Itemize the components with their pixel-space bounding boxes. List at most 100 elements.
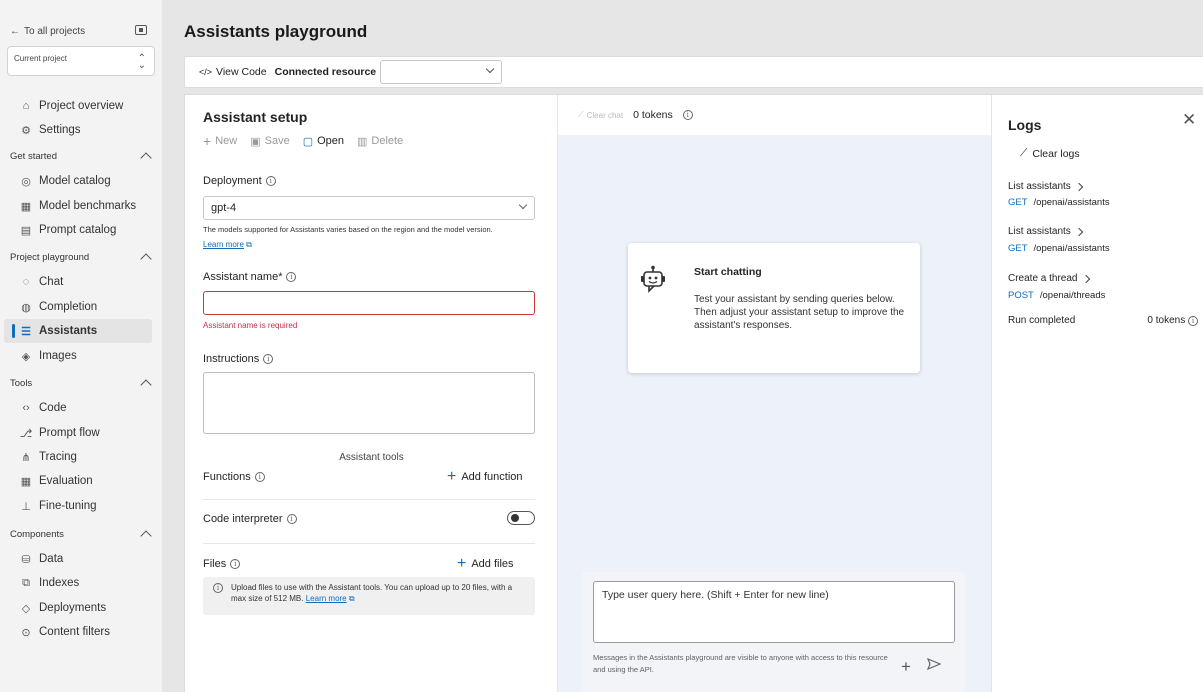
attach-plus-icon[interactable]: + (901, 657, 911, 677)
broom-icon: ⟋ (578, 110, 584, 119)
back-to-projects-link[interactable]: ← To all projects (10, 26, 85, 37)
collapse-panel-icon[interactable] (135, 25, 147, 35)
sidebar-item-fine-tuning[interactable]: ⊥ Fine-tuning (4, 494, 152, 518)
new-button[interactable]: + New (203, 133, 237, 149)
setup-actions: + New ▣ Save ▢ Open ▥ Delete (203, 133, 403, 149)
assistant-name-input[interactable] (203, 291, 535, 315)
sidebar-item-label: Model benchmarks (39, 200, 137, 212)
sidebar-item-evaluation[interactable]: ▦ Evaluation (4, 469, 152, 493)
deployment-learn-more-link[interactable]: Learn more ⧉ (203, 240, 252, 250)
sidebar-item-prompt-catalog[interactable]: ▤ Prompt catalog (4, 218, 152, 242)
functions-label-text: Functions (203, 471, 251, 483)
chevron-down-icon (518, 200, 528, 210)
sidebar-item-label: Images (39, 350, 77, 362)
start-chatting-title: Start chatting (694, 266, 762, 278)
sidebar-item-label: Model catalog (39, 175, 111, 187)
gear-icon: ⚙ (21, 124, 31, 137)
sidebar-item-project-overview[interactable]: ⌂ Project overview (4, 94, 152, 118)
info-icon[interactable]: i (265, 176, 276, 186)
log-path: /openai/assistants (1033, 197, 1110, 208)
sidebar-item-model-benchmarks[interactable]: ▦ Model benchmarks (4, 194, 152, 218)
log-method: GET (1008, 197, 1028, 208)
save-label: Save (264, 135, 290, 147)
files-note-text: Upload files to use with the Assistant t… (231, 583, 513, 603)
sidebar-item-settings[interactable]: ⚙ Settings (4, 118, 152, 142)
run-completed-label: Run completed (1008, 315, 1076, 326)
clear-chat-label: Clear chat (586, 110, 624, 120)
chat-input[interactable]: Type user query here. (Shift + Enter for… (593, 581, 955, 643)
toolbar: </> View Code Connected resource (184, 56, 1203, 88)
info-icon[interactable]: i (682, 110, 693, 120)
connected-resource-label: Connected resource (274, 66, 377, 78)
section-project-playground[interactable]: Project playground (10, 249, 152, 265)
open-button[interactable]: ▢ Open (303, 133, 344, 149)
info-icon[interactable]: i (1188, 316, 1198, 326)
add-files-button[interactable]: + Add files (457, 556, 514, 572)
delete-button[interactable]: ▥ Delete (357, 133, 403, 149)
log-path: /openai/assistants (1033, 243, 1110, 254)
main-area: Assistant setup + New ▣ Save ▢ Open ▥ De… (184, 94, 1203, 692)
section-tools[interactable]: Tools (10, 375, 152, 391)
send-icon[interactable] (927, 658, 941, 670)
close-icon[interactable]: ✕ (1182, 110, 1196, 130)
sidebar-item-label: Completion (39, 301, 98, 313)
chevron-right-icon (1074, 182, 1084, 191)
code-interpreter-toggle[interactable] (507, 511, 535, 525)
start-chatting-card: Start chatting Test your assistant by se… (628, 243, 920, 373)
sidebar-item-indexes[interactable]: ⧉ Indexes (4, 571, 152, 595)
view-code-button[interactable]: </> View Code (199, 66, 267, 78)
sidebar-item-images[interactable]: ◈ Images (4, 344, 152, 368)
instructions-textarea[interactable] (203, 372, 535, 434)
files-label-text: Files (203, 558, 227, 570)
assistant-setup-panel: Assistant setup + New ▣ Save ▢ Open ▥ De… (185, 95, 558, 692)
sidebar-item-code[interactable]: ‹› Code (4, 396, 152, 420)
save-button[interactable]: ▣ Save (250, 133, 289, 149)
chat-body: Start chatting Test your assistant by se… (558, 135, 991, 692)
functions-label: Functions i (203, 471, 265, 483)
project-select[interactable]: Current project ⌃ ⌄ (7, 46, 155, 76)
files-learn-more-link[interactable]: Learn more (306, 594, 347, 603)
learn-more-text: Learn more (203, 240, 244, 249)
save-icon: ▣ (250, 135, 261, 148)
chevron-down-icon (485, 64, 495, 74)
info-icon[interactable]: i (230, 559, 241, 569)
log-entry-title-text: List assistants (1008, 226, 1071, 237)
add-function-button[interactable]: + Add function (447, 469, 523, 485)
home-icon: ⌂ (22, 100, 30, 112)
external-link-icon: ⧉ (348, 594, 355, 603)
sidebar-item-prompt-flow[interactable]: ⎇ Prompt flow (4, 421, 152, 445)
sidebar-item-model-catalog[interactable]: ◎ Model catalog (4, 169, 152, 193)
sidebar-item-completion[interactable]: ◍ Completion (4, 295, 152, 319)
info-icon[interactable]: i (286, 272, 297, 282)
files-note: i Upload files to use with the Assistant… (203, 577, 535, 615)
log-entry-title[interactable]: List assistants (1008, 226, 1084, 237)
clear-logs-button[interactable]: ⟋ Clear logs (1020, 147, 1080, 160)
section-components[interactable]: Components (10, 526, 152, 542)
sidebar-item-chat[interactable]: ◌ Chat (4, 270, 152, 294)
clear-chat-button[interactable]: ⟋ Clear chat (578, 110, 623, 120)
token-count: 0 tokens (633, 109, 673, 121)
arrow-left-icon: ← (10, 26, 20, 37)
info-icon[interactable]: i (286, 514, 297, 524)
tracing-icon: ⋔ (21, 451, 31, 464)
assistant-tools-title: Assistant tools (339, 452, 404, 463)
sidebar-item-label: Tracing (39, 451, 77, 463)
connected-resource-select[interactable] (380, 60, 503, 84)
info-icon[interactable]: i (263, 354, 274, 364)
section-get-started[interactable]: Get started (10, 148, 152, 164)
log-entry-title[interactable]: Create a thread (1008, 273, 1090, 284)
sidebar-item-label: Content filters (39, 626, 110, 638)
instructions-label: Instructions i (203, 353, 274, 365)
add-function-label: Add function (461, 471, 523, 483)
log-entry-title[interactable]: List assistants (1008, 181, 1084, 192)
sidebar-item-content-filters[interactable]: ⊙ Content filters (4, 620, 152, 644)
info-icon[interactable]: i (254, 472, 265, 482)
start-chatting-description: Test your assistant by sending queries b… (694, 294, 905, 331)
sidebar-item-assistants[interactable]: ☰ Assistants (4, 319, 152, 343)
benchmark-icon: ▦ (20, 200, 32, 213)
sidebar-item-data[interactable]: ⛁ Data (4, 547, 152, 571)
deployment-select[interactable]: gpt-4 (203, 196, 535, 220)
sidebar-item-deployments[interactable]: ◇ Deployments (4, 596, 152, 620)
sidebar-item-tracing[interactable]: ⋔ Tracing (4, 445, 152, 469)
sidebar-item-label: Chat (39, 276, 64, 288)
